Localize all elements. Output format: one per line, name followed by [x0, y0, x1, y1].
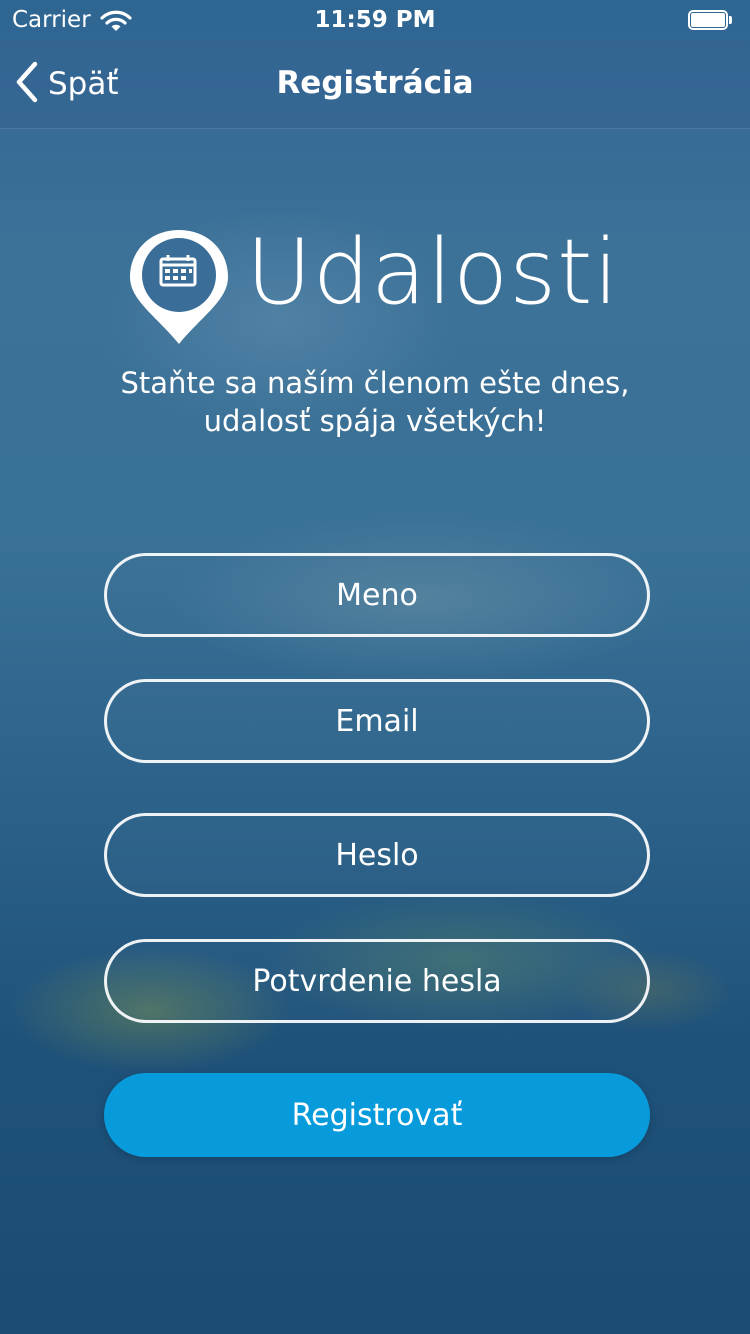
status-bar: Carrier 11:59 PM	[0, 0, 750, 40]
confirm-password-input[interactable]: Potvrdenie hesla	[104, 939, 650, 1023]
app-logo: Udalosti	[128, 220, 618, 350]
password-placeholder: Heslo	[335, 837, 419, 873]
app-name: Udalosti	[246, 220, 620, 325]
confirm-password-placeholder: Potvrdenie hesla	[252, 963, 502, 999]
password-input[interactable]: Heslo	[104, 813, 650, 897]
name-placeholder: Meno	[336, 577, 418, 613]
name-input[interactable]: Meno	[104, 553, 650, 637]
register-button[interactable]: Registrovať	[104, 1073, 650, 1157]
tagline-line-1: Staňte sa naším členom ešte dnes,	[120, 366, 630, 400]
battery-icon	[688, 10, 732, 30]
email-placeholder: Email	[335, 703, 419, 739]
tagline: Staňte sa naším členom ešte dnes, udalos…	[0, 364, 750, 440]
email-input[interactable]: Email	[104, 679, 650, 763]
register-label: Registrovať	[291, 1097, 463, 1133]
calendar-pin-icon	[128, 228, 230, 350]
status-time: 11:59 PM	[314, 7, 436, 33]
navigation-bar: Späť Registrácia	[0, 40, 750, 129]
tagline-line-2: udalosť spája všetkých!	[203, 404, 547, 438]
page-title: Registrácia	[276, 65, 474, 101]
